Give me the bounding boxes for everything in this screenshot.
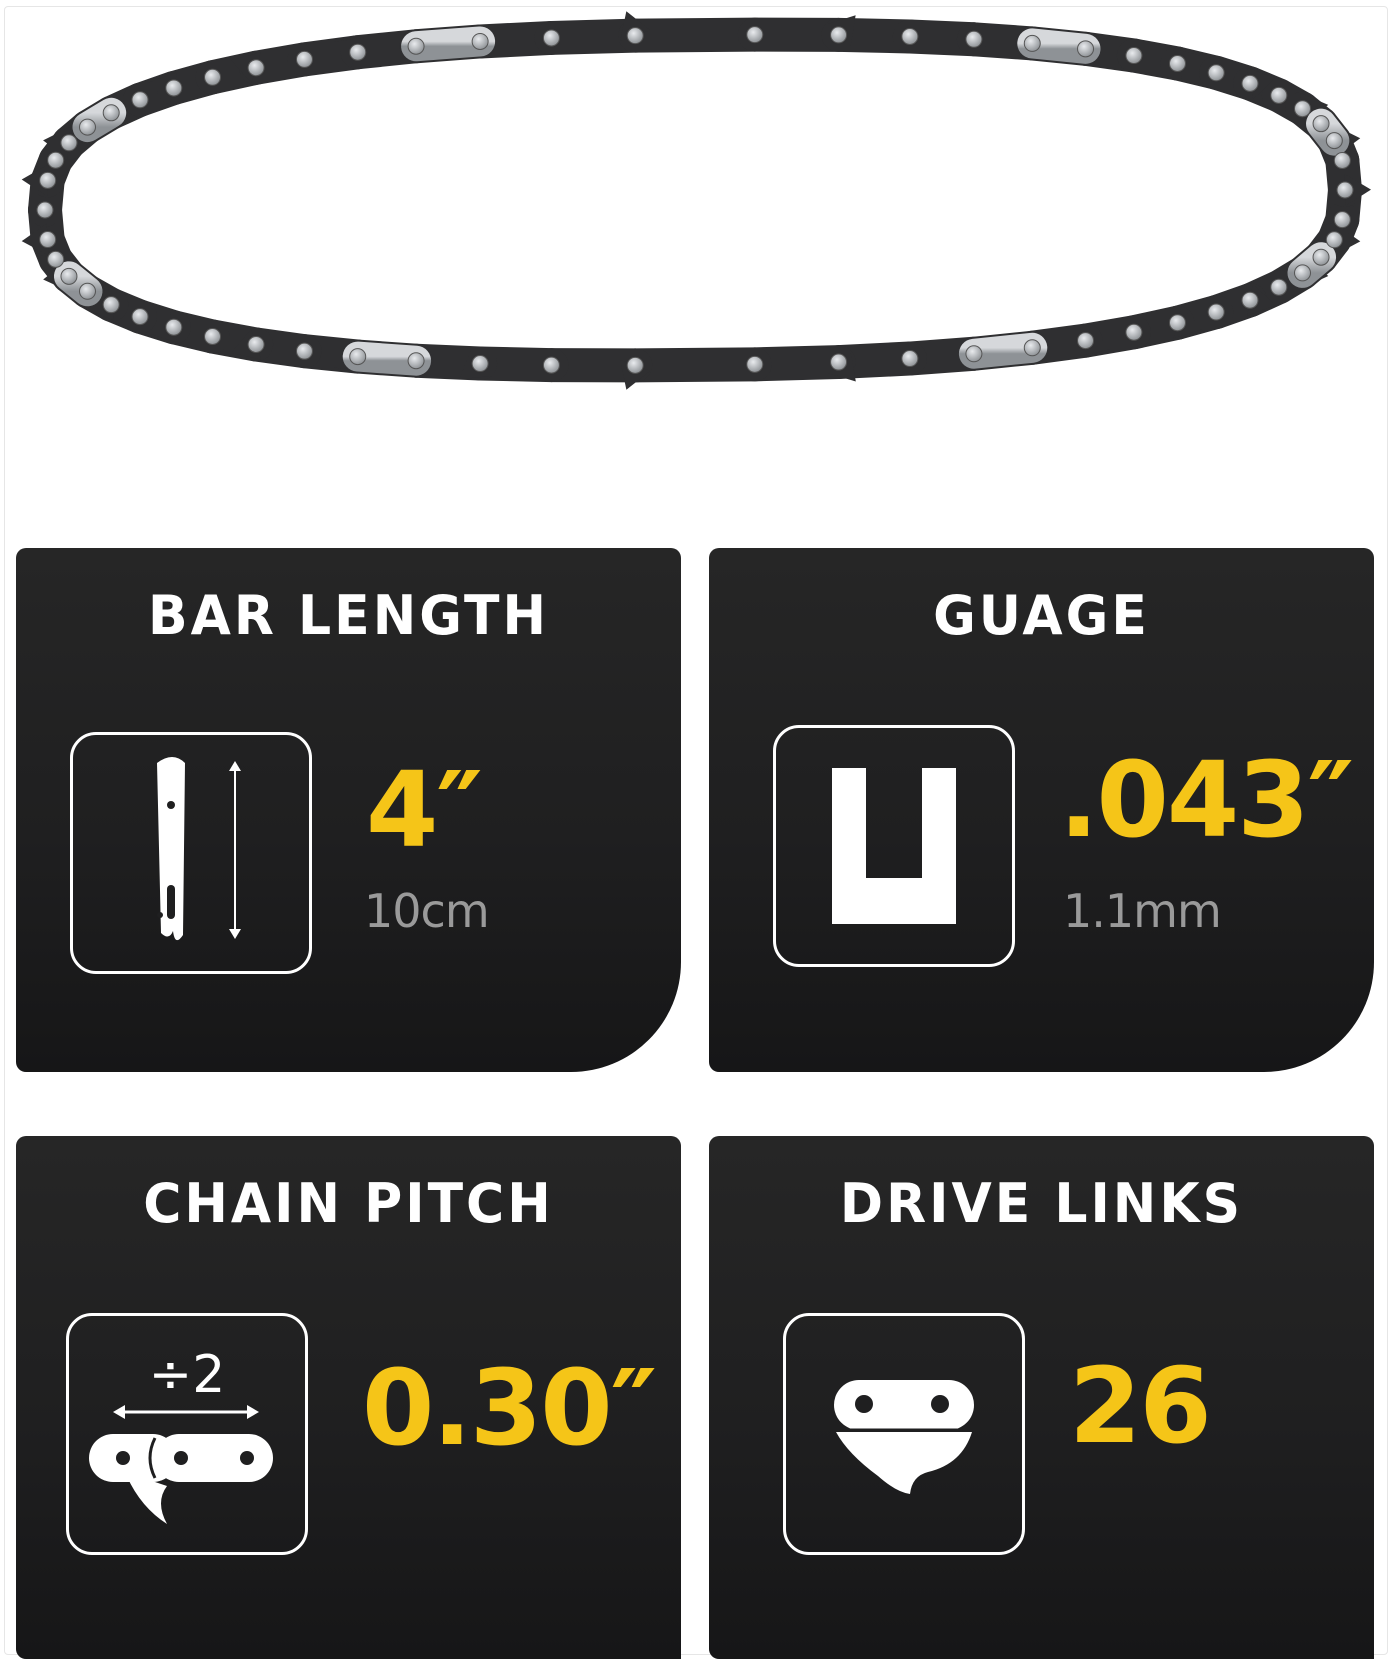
chain-rivet	[1325, 132, 1343, 150]
chain-rivet	[1125, 47, 1143, 65]
chain-rivet	[1023, 339, 1041, 357]
chain-rivet	[1270, 86, 1288, 104]
chain-rivet	[1023, 34, 1041, 52]
chain-rivet	[1270, 278, 1288, 296]
chain-rivet	[471, 32, 489, 50]
chain-rivet	[1294, 264, 1312, 282]
chain-rivet	[47, 250, 65, 268]
chain-rivet	[1333, 211, 1351, 229]
chain-rivet	[165, 79, 183, 97]
drive-link-icon-graphic	[834, 1380, 974, 1494]
chain-rivet	[1336, 181, 1354, 199]
spec-value: .043″	[1059, 739, 1354, 861]
chain-rivet	[78, 118, 96, 136]
chain-rivet	[1325, 231, 1343, 249]
spec-title: DRIVE LINKS	[839, 1172, 1244, 1236]
chain-cutter	[401, 26, 496, 62]
spec-title: CHAIN PITCH	[143, 1172, 554, 1236]
chain-rivet	[295, 342, 313, 360]
chain-rivet	[1168, 314, 1186, 332]
chain-rivet	[36, 201, 54, 219]
gauge-u-icon-graphic	[832, 768, 956, 924]
chain-rivet	[349, 348, 367, 366]
spec-value: 26	[1069, 1345, 1212, 1467]
spec-value: 0.30″	[362, 1347, 657, 1469]
chain-pitch-icon: ÷2	[66, 1313, 308, 1555]
gauge-u-icon	[773, 725, 1015, 967]
spec-card-chain-pitch: CHAIN PITCH ÷2 0.30″	[16, 1136, 681, 1659]
chain-rivet	[626, 27, 644, 45]
chain-rivet	[131, 91, 149, 109]
chain-rivet	[626, 356, 644, 374]
chain-rivet	[965, 345, 983, 363]
chain-rivet	[131, 308, 149, 326]
chain-cutter	[342, 341, 432, 376]
chain-rivet	[830, 353, 848, 371]
chain-rivet	[542, 356, 560, 374]
chain-rivet	[47, 151, 65, 169]
chain-rivet	[407, 352, 425, 370]
chain-rivet	[1077, 332, 1095, 350]
chain-rivet	[102, 104, 120, 122]
chain-rivet	[746, 355, 764, 373]
chain-rivet	[39, 171, 57, 189]
spec-card-gauge: GUAGE .043″ 1.1mm	[709, 548, 1374, 1072]
pitch-divide-label: ÷2	[149, 1345, 226, 1405]
chain-rivet	[1207, 303, 1225, 321]
spec-value: 4″	[366, 749, 483, 871]
chain-rivet	[471, 355, 489, 373]
spec-title: BAR LENGTH	[148, 584, 549, 648]
chain-cutter	[958, 332, 1048, 369]
chain-rivet	[542, 29, 560, 47]
chain-rivet	[965, 30, 983, 48]
chain-rivet	[295, 50, 313, 68]
spec-card-drive-links: DRIVE LINKS 26	[709, 1136, 1374, 1659]
spec-card-bar-length: BAR LENGTH 4″ 10cm	[16, 548, 681, 1072]
chain-rivet	[901, 350, 919, 368]
chain-rivet	[247, 335, 265, 353]
chain-rivet	[1077, 40, 1095, 58]
chain-rivet	[1312, 115, 1330, 133]
chain-rivet	[830, 26, 848, 44]
chain-rivet	[746, 26, 764, 44]
chain-rivet	[1125, 323, 1143, 341]
chain-rivet	[1207, 64, 1225, 82]
chain-rivet	[1168, 54, 1186, 72]
chain-rivet	[60, 134, 78, 152]
spec-subvalue: 10cm	[364, 884, 490, 938]
chain-rivet	[1241, 291, 1259, 309]
chain-rivet	[204, 328, 222, 346]
chain-rivet	[204, 68, 222, 86]
chain-rivet	[60, 267, 78, 285]
chain-rivet	[407, 37, 425, 55]
chain-rivet	[247, 59, 265, 77]
guide-bar-icon	[70, 732, 312, 974]
chain-rivet	[901, 27, 919, 45]
saw-chain-illustration	[21, 11, 1371, 390]
chain-pitch-icon-graphic: ÷2	[89, 1345, 273, 1524]
spec-subvalue: 1.1mm	[1063, 884, 1222, 938]
chain-link	[618, 17, 772, 53]
chain-rivet	[39, 231, 57, 249]
chain-link	[618, 347, 772, 383]
saw-chain-image	[0, 0, 1393, 420]
chain-rivet	[102, 296, 120, 314]
chain-rivet	[1294, 100, 1312, 118]
chain-rivet	[78, 282, 96, 300]
spec-title: GUAGE	[933, 584, 1150, 648]
guide-bar-icon-graphic	[157, 757, 241, 941]
chain-rivet	[1333, 151, 1351, 169]
chain-rivet	[165, 318, 183, 336]
chain-rivet	[1241, 74, 1259, 92]
chain-rivet	[349, 43, 367, 61]
drive-link-icon	[783, 1313, 1025, 1555]
chain-rivet	[1312, 248, 1330, 266]
